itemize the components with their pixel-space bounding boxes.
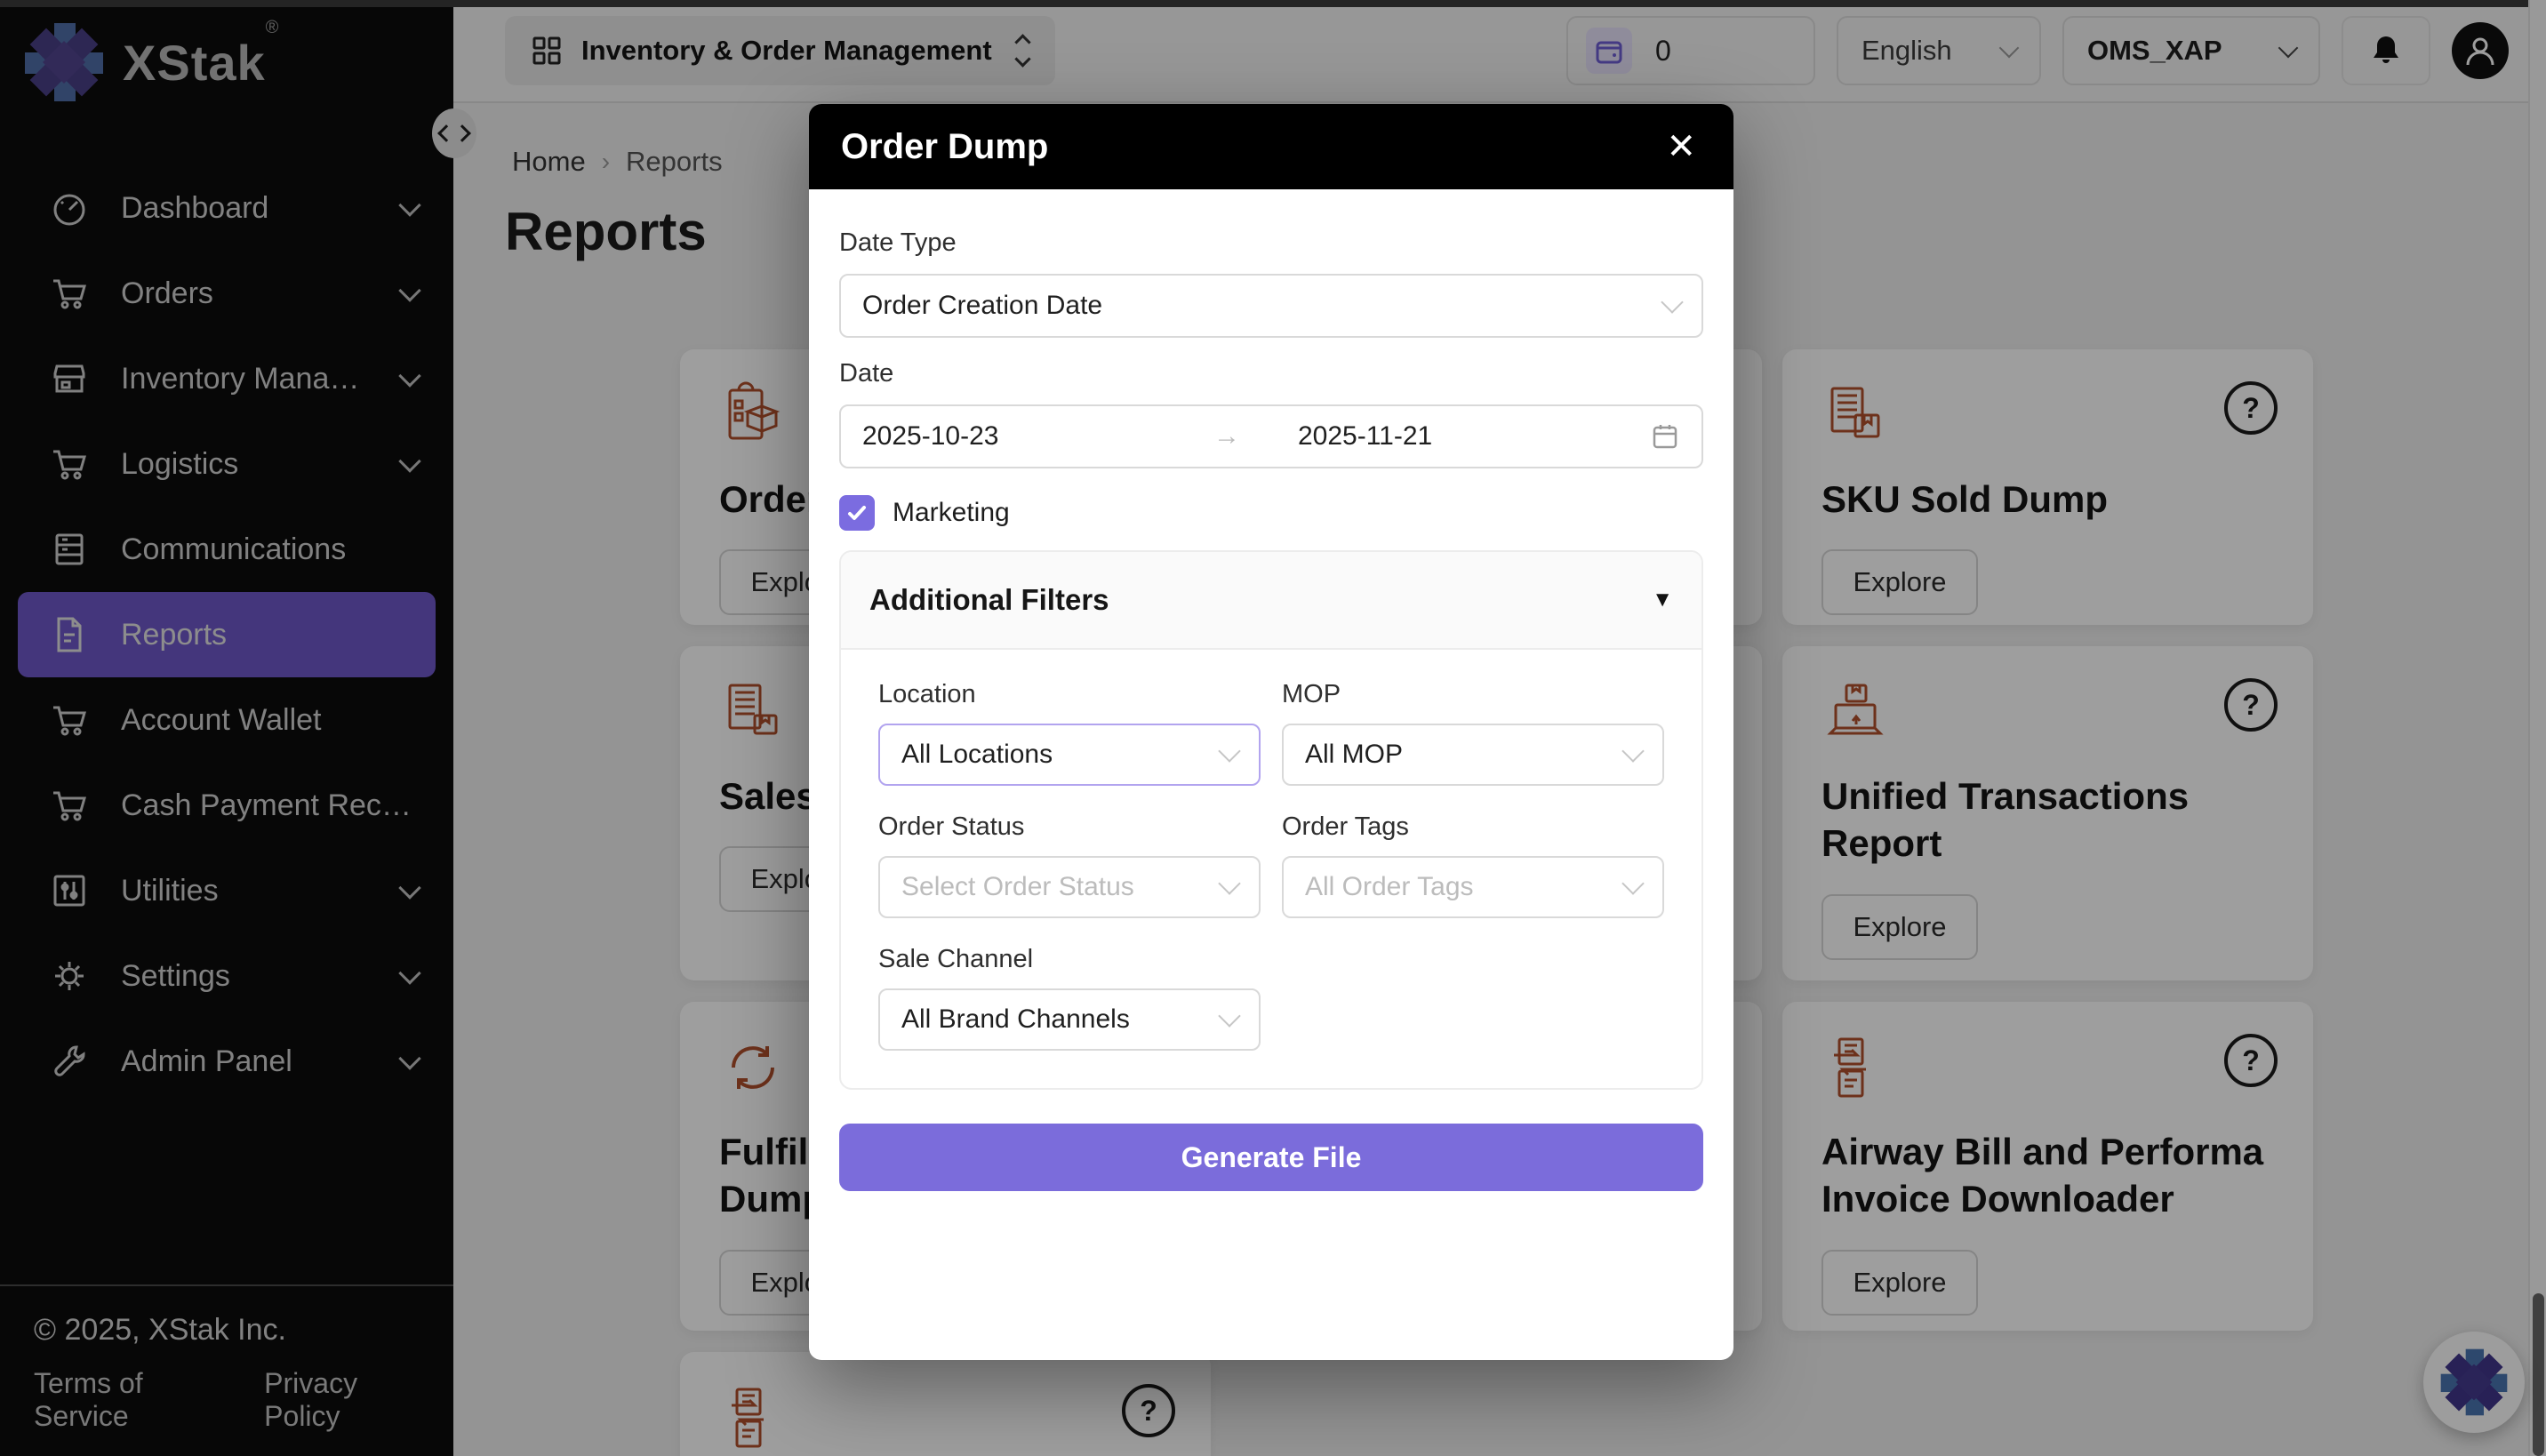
order-status-label: Order Status: [878, 812, 1261, 842]
sale-channel-select[interactable]: All Brand Channels: [878, 988, 1261, 1051]
calendar-icon: [1650, 421, 1680, 452]
additional-filters-title: Additional Filters: [869, 583, 1109, 617]
date-label: Date: [839, 359, 1703, 388]
sale-channel-label: Sale Channel: [878, 945, 1261, 974]
order-status-select[interactable]: Select Order Status: [878, 856, 1261, 918]
modal-title: Order Dump: [841, 127, 1048, 167]
additional-filters-header[interactable]: Additional Filters ▼: [841, 552, 1701, 650]
date-type-select[interactable]: Order Creation Date: [839, 274, 1703, 338]
chevron-down-icon: [1218, 872, 1240, 894]
order-status-placeholder: Select Order Status: [901, 872, 1134, 902]
close-icon[interactable]: ✕: [1661, 128, 1701, 165]
location-select[interactable]: All Locations: [878, 724, 1261, 786]
date-type-value: Order Creation Date: [862, 291, 1102, 321]
mop-select[interactable]: All MOP: [1282, 724, 1664, 786]
order-tags-select[interactable]: All Order Tags: [1282, 856, 1664, 918]
marketing-checkbox-row[interactable]: Marketing: [839, 495, 1703, 531]
generate-file-button[interactable]: Generate File: [839, 1124, 1703, 1191]
order-tags-placeholder: All Order Tags: [1305, 872, 1474, 902]
location-value: All Locations: [901, 740, 1053, 770]
chevron-down-icon: [1621, 872, 1644, 894]
date-range-picker[interactable]: 2025-10-23 → 2025-11-21: [839, 404, 1703, 468]
mop-value: All MOP: [1305, 740, 1403, 770]
chevron-down-icon: [1621, 740, 1644, 762]
date-type-label: Date Type: [839, 228, 1703, 258]
marketing-label: Marketing: [893, 498, 1010, 528]
modal-header: Order Dump ✕: [809, 104, 1733, 189]
order-tags-label: Order Tags: [1282, 812, 1664, 842]
chevron-down-icon: [1218, 1004, 1240, 1027]
chevron-down-icon: [1661, 291, 1683, 313]
check-icon: [846, 502, 868, 524]
additional-filters-panel: Additional Filters ▼ Location All Locati…: [839, 550, 1703, 1090]
end-date-value[interactable]: 2025-11-21: [1298, 421, 1632, 452]
marketing-checkbox[interactable]: [839, 495, 875, 531]
location-label: Location: [878, 680, 1261, 709]
start-date-value[interactable]: 2025-10-23: [862, 421, 1156, 452]
mop-label: MOP: [1282, 680, 1664, 709]
range-arrow-icon: →: [1173, 421, 1280, 452]
app-root: XStak® Dashboard Orders Inventory Manage…: [0, 0, 2546, 1456]
caret-down-icon: ▼: [1652, 588, 1673, 612]
chevron-down-icon: [1218, 740, 1240, 762]
sale-channel-value: All Brand Channels: [901, 1004, 1130, 1035]
order-dump-modal: Order Dump ✕ Date Type Order Creation Da…: [809, 104, 1733, 1360]
